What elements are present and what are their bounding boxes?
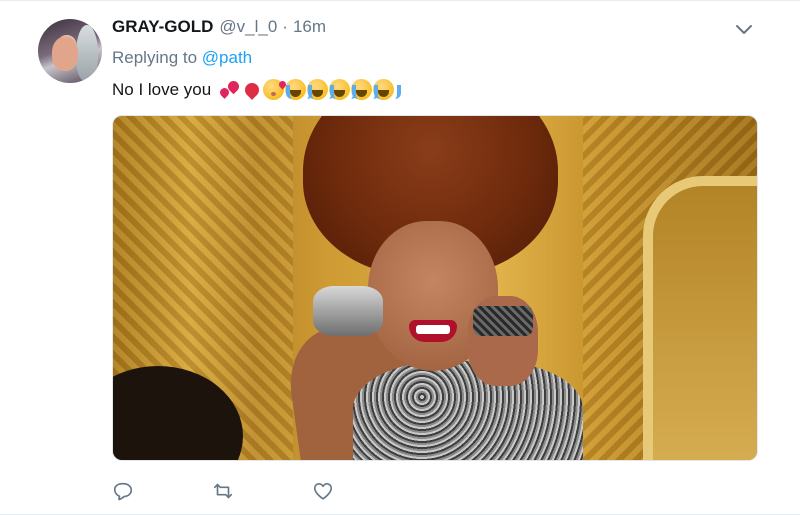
like-button[interactable] <box>312 477 412 505</box>
tweet-media-image[interactable] <box>112 115 758 461</box>
two-hearts-emoji-icon <box>219 79 240 100</box>
face-blowing-kiss-emoji-icon <box>263 79 285 100</box>
loudly-crying-face-emoji-icon <box>373 79 402 100</box>
avatar[interactable] <box>38 19 102 83</box>
loudly-crying-face-emoji-icon <box>351 79 380 100</box>
gold-chair-frame <box>643 176 757 460</box>
tweet-text: No I love you <box>112 79 402 100</box>
tweet-text-content: No I love you <box>112 79 212 99</box>
reply-mention-link[interactable]: @path <box>202 48 252 67</box>
user-handle[interactable]: @v_l_0 <box>219 17 277 37</box>
avatar-face <box>52 37 78 71</box>
separator-dot: · <box>282 17 288 36</box>
tweet: GRAY-GOLD @v_l_0 · 16m Replying to @path… <box>0 0 800 515</box>
reply-icon <box>113 482 133 501</box>
replying-to-label: Replying to <box>112 48 202 67</box>
timestamp[interactable]: 16m <box>293 17 326 37</box>
tweet-actions <box>112 477 412 505</box>
like-icon <box>313 483 333 500</box>
loudly-crying-face-emoji-icon <box>285 79 314 100</box>
sequin-dress <box>353 361 583 460</box>
reply-button[interactable] <box>112 477 212 505</box>
emoji-row <box>219 79 402 100</box>
loudly-crying-face-emoji-icon <box>307 79 336 100</box>
person-mouth <box>409 320 457 342</box>
mesh-glove <box>473 306 533 336</box>
retweet-button[interactable] <box>212 477 312 505</box>
chevron-down-icon[interactable] <box>735 23 753 37</box>
loudly-crying-face-emoji-icon <box>329 79 358 100</box>
spiked-bracelet <box>313 286 383 336</box>
red-heart-emoji-icon <box>241 79 262 100</box>
retweet-icon <box>213 483 233 499</box>
display-name[interactable]: GRAY-GOLD <box>112 17 213 37</box>
tweet-header: GRAY-GOLD @v_l_0 · 16m <box>112 17 326 39</box>
avatar-hair <box>76 25 98 81</box>
replying-to: Replying to @path <box>112 48 252 68</box>
